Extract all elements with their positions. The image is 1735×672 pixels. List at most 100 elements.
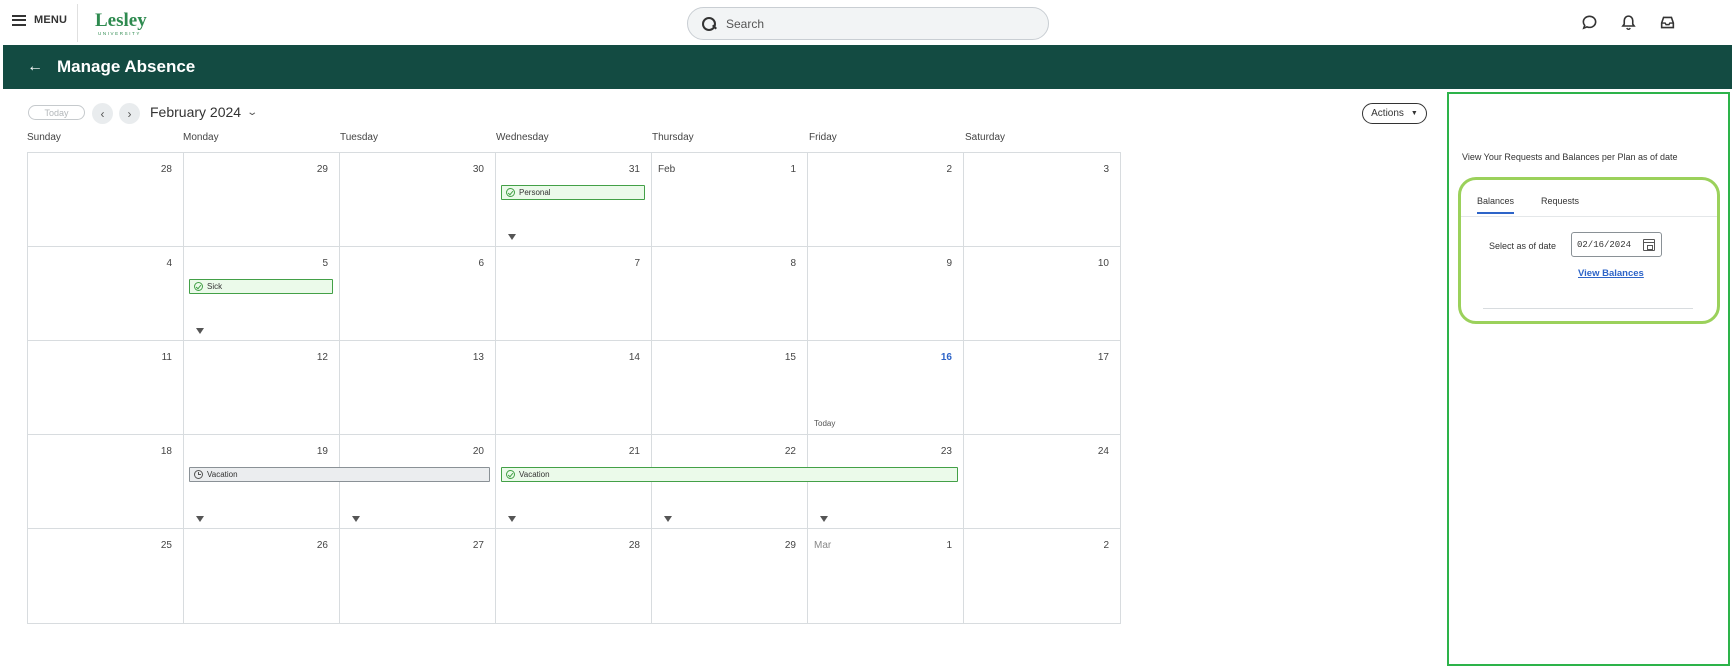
menu-label: MENU	[34, 14, 68, 26]
day-cell[interactable]: 3	[964, 153, 1120, 247]
actions-label: Actions	[1371, 108, 1404, 119]
more-events-arrow-icon[interactable]	[508, 234, 516, 240]
day-cell[interactable]: 20	[340, 435, 496, 529]
check-circle-icon	[506, 470, 515, 479]
day-cell[interactable]: 17	[964, 341, 1120, 435]
bell-icon[interactable]	[1620, 14, 1637, 31]
day-number: 21	[628, 446, 640, 457]
as-of-date-field[interactable]: 02/16/2024	[1571, 232, 1662, 257]
day-cell[interactable]: Mar 1	[808, 529, 964, 623]
day-cell[interactable]: 7	[496, 247, 652, 341]
search-icon	[702, 16, 716, 31]
day-number: 26	[316, 540, 328, 551]
top-bar: MENU Lesley UNIVERSITY	[0, 0, 1735, 44]
day-number: 17	[1097, 352, 1109, 363]
page-title: Manage Absence	[57, 57, 196, 76]
day-number: 20	[472, 446, 484, 457]
logo-subtext: UNIVERSITY	[98, 31, 142, 36]
day-cell[interactable]: 2	[964, 529, 1120, 623]
more-events-arrow-icon[interactable]	[196, 328, 204, 334]
day-number: 7	[634, 258, 640, 269]
view-balances-link[interactable]: View Balances	[1578, 268, 1644, 279]
day-cell[interactable]: 27	[340, 529, 496, 623]
today-label: Today	[814, 419, 836, 428]
month-tag: Feb	[658, 164, 676, 175]
day-cell[interactable]: 2	[808, 153, 964, 247]
more-events-arrow-icon[interactable]	[352, 516, 360, 522]
day-cell[interactable]: 12	[184, 341, 340, 435]
day-cell[interactable]: 22	[652, 435, 808, 529]
more-events-arrow-icon[interactable]	[508, 516, 516, 522]
day-cell[interactable]: 25	[28, 529, 184, 623]
today-button[interactable]: Today	[28, 105, 85, 120]
day-cell[interactable]: 30	[340, 153, 496, 247]
event-vacation-approved[interactable]: Vacation	[501, 467, 958, 482]
day-cell[interactable]: 18	[28, 435, 184, 529]
day-cell[interactable]: 11	[28, 341, 184, 435]
event-sick[interactable]: Sick	[189, 279, 333, 294]
day-cell[interactable]: 28	[28, 153, 184, 247]
calendar-icon[interactable]	[1643, 239, 1655, 251]
day-cell[interactable]: 4	[28, 247, 184, 341]
day-cell[interactable]: Feb 1	[652, 153, 808, 247]
chat-icon[interactable]	[1581, 14, 1598, 31]
day-cell[interactable]: 8	[652, 247, 808, 341]
weekday-monday: Monday	[183, 132, 219, 143]
actions-button[interactable]: Actions ▼	[1362, 103, 1427, 124]
day-number: 10	[1097, 258, 1109, 269]
calendar-grid: 28 29 30 31 Personal Feb 1 2 3 4 5 Sick …	[27, 152, 1121, 624]
day-cell[interactable]: 23	[808, 435, 964, 529]
day-number: 31	[628, 164, 640, 175]
month-selector[interactable]: February 2024 ⌄	[150, 104, 259, 120]
day-cell[interactable]: 5 Sick	[184, 247, 340, 341]
day-cell[interactable]: 29	[184, 153, 340, 247]
menu-button[interactable]: MENU	[12, 14, 67, 26]
more-events-arrow-icon[interactable]	[196, 516, 204, 522]
more-events-arrow-icon[interactable]	[820, 516, 828, 522]
clock-icon	[194, 470, 203, 479]
day-number: 23	[940, 446, 952, 457]
day-cell[interactable]: 6	[340, 247, 496, 341]
day-cell[interactable]: 15	[652, 341, 808, 435]
check-circle-icon	[506, 188, 515, 197]
day-cell[interactable]: 19 Vacation	[184, 435, 490, 529]
day-cell[interactable]: 24	[964, 435, 1120, 529]
chevron-left-icon[interactable]: ‹	[92, 103, 113, 124]
day-cell[interactable]: 26	[184, 529, 340, 623]
tab-balances[interactable]: Balances	[1477, 196, 1515, 214]
back-arrow-icon[interactable]: ←	[27, 59, 43, 75]
day-cell[interactable]: 31 Personal	[496, 153, 652, 247]
day-number: 29	[316, 164, 328, 175]
day-number: 2	[946, 164, 952, 175]
search-bar[interactable]	[687, 7, 1049, 40]
day-number: 27	[472, 540, 484, 551]
day-cell[interactable]: 28	[496, 529, 652, 623]
balances-side-panel: View Your Requests and Balances per Plan…	[1447, 92, 1730, 666]
event-vacation-pending[interactable]: Vacation	[189, 467, 490, 482]
day-cell-today[interactable]: 16 Today	[808, 341, 964, 435]
day-number: 1	[790, 164, 796, 175]
day-cell[interactable]: 13	[340, 341, 496, 435]
weekday-wednesday: Wednesday	[496, 132, 549, 143]
search-input[interactable]	[726, 16, 1016, 31]
chevron-right-icon[interactable]: ›	[119, 103, 140, 124]
weekday-saturday: Saturday	[965, 132, 1006, 143]
inbox-icon[interactable]	[1659, 14, 1676, 31]
day-cell[interactable]: 10	[964, 247, 1120, 341]
day-cell[interactable]: 29	[652, 529, 808, 623]
day-cell[interactable]: 9	[808, 247, 964, 341]
tab-requests[interactable]: Requests	[1541, 196, 1579, 206]
topbar-divider	[77, 4, 78, 42]
chevron-down-icon: ⌄	[246, 106, 259, 118]
event-personal[interactable]: Personal	[501, 185, 645, 200]
page-header: ← Manage Absence	[3, 45, 1732, 89]
caret-down-icon: ▼	[1410, 110, 1418, 117]
event-label: Personal	[519, 188, 551, 197]
more-events-arrow-icon[interactable]	[664, 516, 672, 522]
weekday-sunday: Sunday	[27, 132, 61, 143]
day-cell[interactable]: 14	[496, 341, 652, 435]
logo-text: Lesley	[95, 10, 147, 31]
day-cell[interactable]: 21 Vacation	[496, 435, 958, 529]
lesley-logo[interactable]: Lesley UNIVERSITY	[95, 11, 147, 36]
weekday-tuesday: Tuesday	[340, 132, 378, 143]
